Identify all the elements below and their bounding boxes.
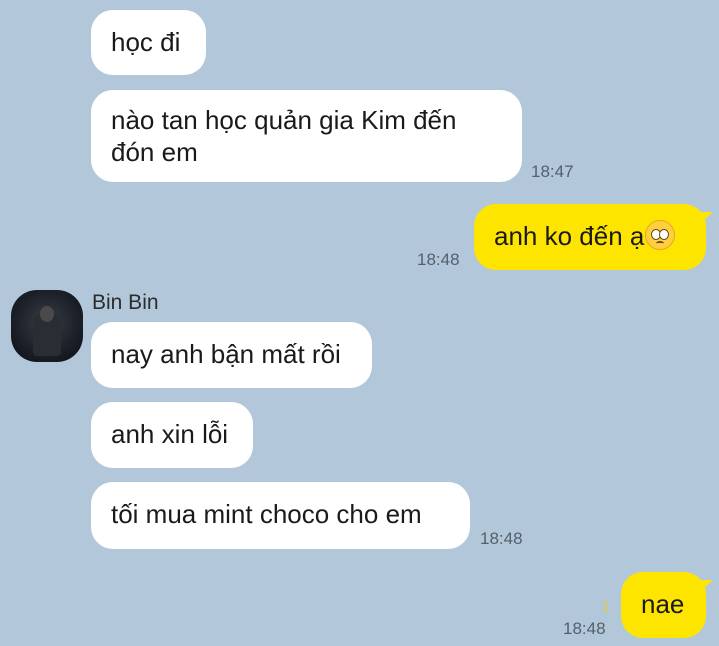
avatar[interactable] (11, 290, 83, 362)
pleading-face-icon (645, 220, 676, 250)
message-text: tối mua mint choco cho em (111, 499, 422, 529)
message-text: anh xin lỗi (111, 419, 229, 449)
message-text: nay anh bận mất rồi (111, 339, 341, 369)
message-timestamp: 18:48 (417, 250, 460, 269)
message-bubble[interactable]: học đi (91, 10, 206, 75)
message-bubble[interactable]: nào tan học quản gia Kim đến đón em (91, 90, 522, 182)
message-text: nae (641, 589, 685, 619)
avatar-head (40, 306, 54, 322)
message-text: học đi (111, 27, 181, 57)
chat-view: học đi nào tan học quản gia Kim đến đón … (0, 0, 719, 646)
message-timestamp: 18:48 (563, 619, 606, 638)
message-text: nào tan học quản gia Kim đến đón em (111, 105, 457, 167)
message-bubble[interactable]: nay anh bận mất rồi (91, 322, 372, 388)
sender-name[interactable]: Bin Bin (92, 291, 159, 315)
my-message-bubble[interactable]: anh ko đến ạ (474, 204, 706, 270)
message-timestamp: 18:47 (531, 162, 574, 181)
message-text: anh ko đến ạ (494, 221, 645, 251)
unread-count: 1 (602, 598, 610, 614)
message-timestamp: 18:48 (480, 529, 523, 548)
message-bubble[interactable]: tối mua mint choco cho em (91, 482, 470, 549)
my-message-bubble[interactable]: nae (621, 572, 706, 638)
message-bubble[interactable]: anh xin lỗi (91, 402, 253, 468)
